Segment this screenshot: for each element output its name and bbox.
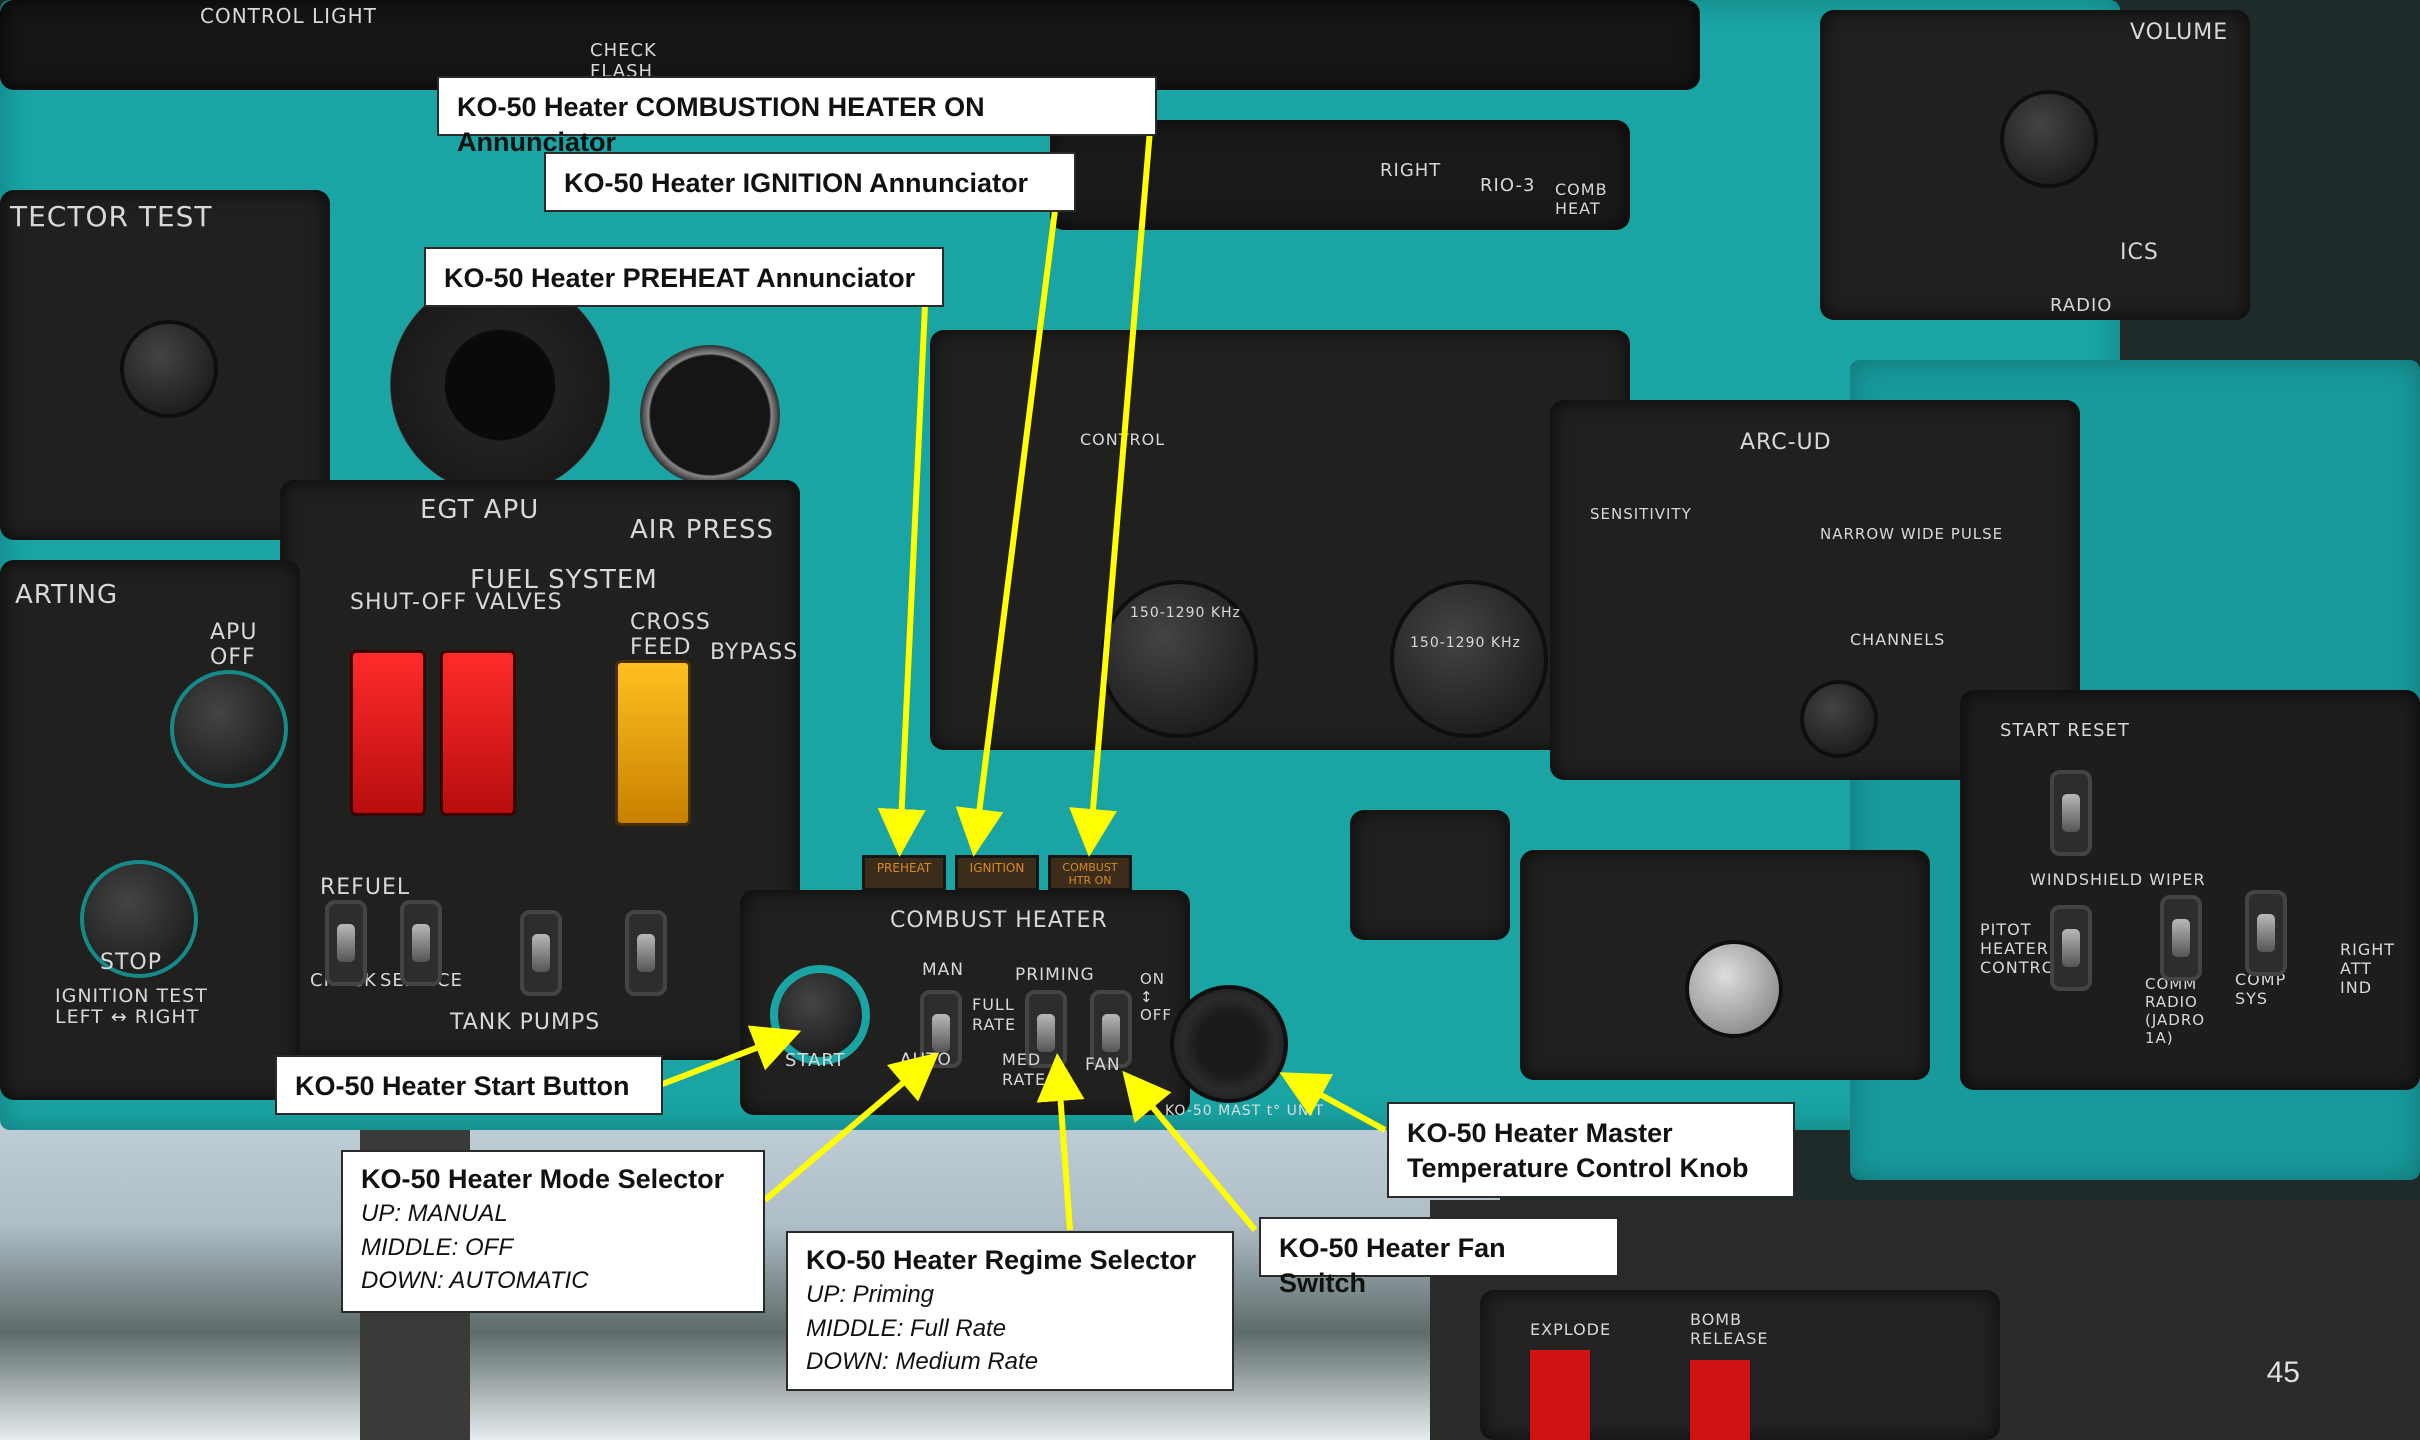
arrow-ignition [955,209,1058,857]
arrow-preheat [877,304,928,857]
arrow-start [658,1025,802,1088]
arrow-mode [763,1052,940,1203]
regime-selector-up: UP: Priming [806,1281,935,1309]
callout-combustion-heater-on: KO-50 Heater COMBUSTION HEATER ON Annunc… [437,76,1157,157]
regime-selector-title: KO-50 Heater Regime Selector [806,1245,1197,1275]
page-number: 45 [2266,1356,2300,1389]
callout-ignition: KO-50 Heater IGNITION Annunciator [544,152,1076,212]
mode-selector-middle: MIDDLE: OFF [361,1233,514,1261]
callout-fan-switch: KO-50 Heater Fan Switch [1259,1217,1619,1298]
callout-mode-selector: KO-50 Heater Mode Selector UP: MANUAL MI… [341,1150,765,1313]
master-temp-line1: KO-50 Heater Master [1407,1118,1673,1148]
arrow-fan [1122,1070,1258,1232]
regime-selector-middle: MIDDLE: Full Rate [806,1314,1007,1342]
mode-selector-up: UP: MANUAL [361,1200,508,1228]
mode-selector-title: KO-50 Heater Mode Selector [361,1164,725,1194]
mode-selector-down: DOWN: AUTOMATIC [361,1267,589,1295]
arrow-combust [1069,129,1153,857]
callout-start-button: KO-50 Heater Start Button [275,1055,663,1115]
callout-preheat: KO-50 Heater PREHEAT Annunciator [424,247,944,307]
arrow-regime [1036,1053,1085,1231]
callout-master-temp-knob: KO-50 Heater Master Temperature Control … [1387,1102,1795,1198]
master-temp-line2: Temperature Control Knob [1407,1153,1749,1184]
callout-regime-selector: KO-50 Heater Regime Selector UP: Priming… [786,1231,1234,1391]
arrow-master-temp [1279,1072,1387,1133]
regime-selector-down: DOWN: Medium Rate [806,1348,1039,1376]
